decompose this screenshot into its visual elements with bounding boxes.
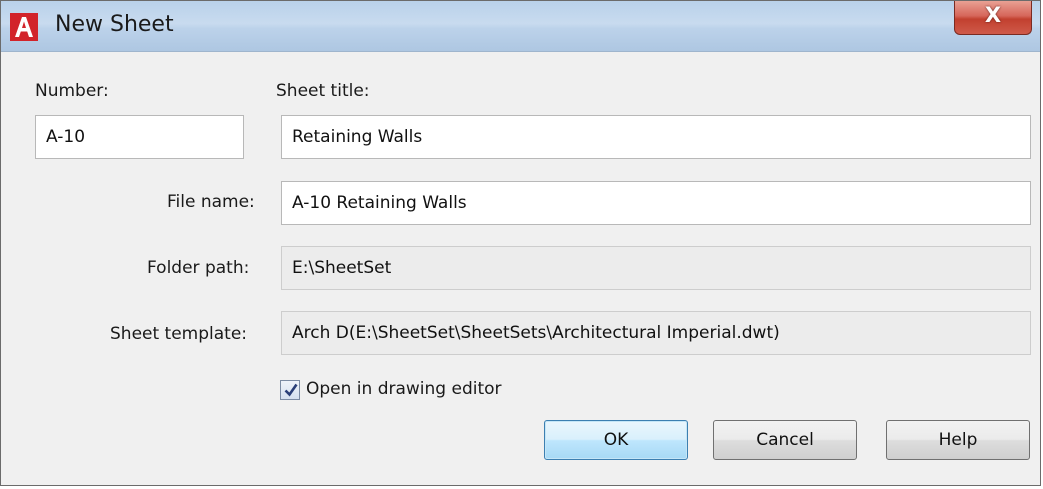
- window-title: New Sheet: [55, 12, 174, 37]
- dialog-body: Number: Sheet title: A-10 Retaining Wall…: [9, 52, 1032, 477]
- sheet-title-label: Sheet title:: [276, 81, 370, 101]
- folder-path-label: Folder path:: [147, 258, 250, 278]
- number-input[interactable]: A-10: [35, 115, 244, 159]
- close-icon: X: [984, 3, 1002, 27]
- file-name-label: File name:: [167, 192, 255, 212]
- open-in-editor-label: Open in drawing editor: [306, 379, 502, 399]
- new-sheet-dialog: New Sheet X Number: Sheet title: A-10 Re…: [0, 0, 1041, 486]
- number-label: Number:: [35, 81, 109, 101]
- checkmark-icon: [284, 383, 298, 397]
- sheet-title-input[interactable]: Retaining Walls: [281, 115, 1031, 159]
- close-button[interactable]: X: [954, 1, 1032, 35]
- title-bar[interactable]: New Sheet X: [1, 1, 1040, 52]
- ok-button[interactable]: OK: [544, 420, 688, 460]
- autocad-icon: [10, 13, 38, 41]
- help-button[interactable]: Help: [886, 420, 1030, 460]
- cancel-button[interactable]: Cancel: [713, 420, 857, 460]
- sheet-template-label: Sheet template:: [110, 324, 248, 344]
- open-in-editor-checkbox[interactable]: [280, 380, 300, 400]
- folder-path-field: E:\SheetSet: [281, 246, 1031, 290]
- file-name-input[interactable]: A-10 Retaining Walls: [281, 181, 1031, 225]
- sheet-template-field: Arch D(E:\SheetSet\SheetSets\Architectur…: [281, 311, 1031, 355]
